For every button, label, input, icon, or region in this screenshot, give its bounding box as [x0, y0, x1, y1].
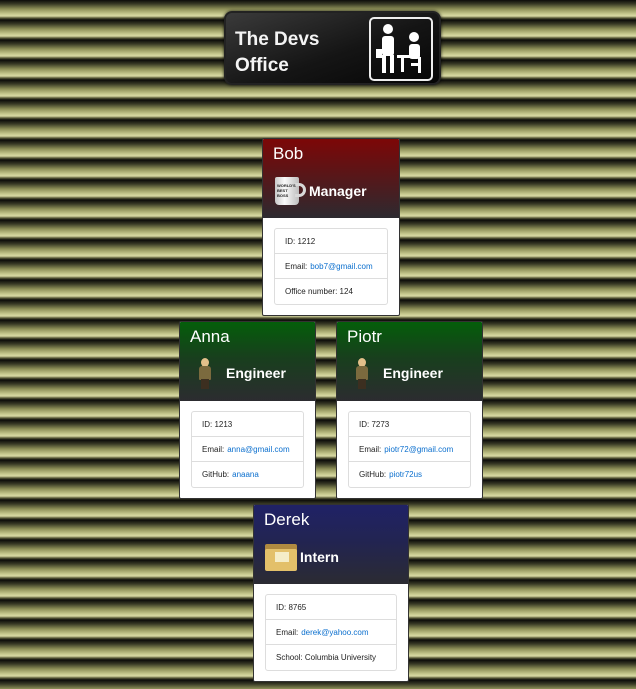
coffee-mug-icon: WORLD'S BEST BOSS: [273, 174, 307, 208]
email-label: Email:: [276, 627, 299, 637]
email-label: Email:: [285, 261, 308, 271]
logo-title: The Devs Office: [235, 27, 319, 79]
school-item: School: Columbia University: [266, 645, 396, 670]
email-label: Email:: [359, 444, 382, 454]
info-list: ID: 7273 Email: piotr72@gmail.com GitHub:…: [348, 411, 471, 488]
role-row: Engineer: [347, 357, 443, 389]
email-link[interactable]: bob7@gmail.com: [310, 262, 372, 271]
id-item: ID: 1212: [275, 229, 387, 254]
employee-role: Engineer: [226, 365, 286, 381]
dwight-figure-icon: [190, 357, 220, 389]
id-item: ID: 7273: [349, 412, 470, 437]
email-item: Email: bob7@gmail.com: [275, 254, 387, 279]
email-link[interactable]: piotr72@gmail.com: [384, 445, 453, 454]
dwight-figure-icon: [347, 357, 377, 389]
id-text: ID: 1213: [202, 419, 233, 429]
id-text: ID: 8765: [276, 602, 307, 612]
role-row: Intern: [264, 540, 339, 574]
github-label: GitHub:: [359, 470, 387, 479]
logo-line-1: The Devs: [235, 29, 320, 50]
employee-card-derek: Derek Intern ID: 8765 Email: derek@yahoo.…: [253, 504, 409, 682]
role-row: Engineer: [190, 357, 286, 389]
card-header: Derek Intern: [254, 505, 408, 584]
employee-name: Anna: [190, 327, 230, 346]
github-item: GitHub: piotr72us: [349, 462, 470, 487]
github-link[interactable]: anaana: [232, 470, 259, 479]
info-panel: ID: 7273 Email: piotr72@gmail.com GitHub:…: [337, 401, 482, 488]
email-link[interactable]: anna@gmail.com: [227, 445, 289, 454]
info-list: ID: 8765 Email: derek@yahoo.com School: C…: [265, 594, 397, 671]
office-number-text: Office number: 124: [285, 287, 353, 296]
office-people-icon: [369, 17, 433, 81]
github-link[interactable]: piotr72us: [389, 470, 422, 479]
info-panel: ID: 1213 Email: anna@gmail.com GitHub: ana…: [180, 401, 315, 488]
id-text: ID: 7273: [359, 419, 390, 429]
employee-card-bob: Bob WORLD'S BEST BOSS Manager ID: 1212 E…: [262, 138, 400, 316]
id-item: ID: 8765: [266, 595, 396, 620]
info-list: ID: 1212 Email: bob7@gmail.com Office num…: [274, 228, 388, 305]
info-list: ID: 1213 Email: anna@gmail.com GitHub: ana…: [191, 411, 304, 488]
office-logo: The Devs Office: [224, 11, 441, 85]
info-panel: ID: 1212 Email: bob7@gmail.com Office num…: [263, 218, 399, 305]
school-text: School: Columbia University: [276, 653, 377, 662]
employee-name: Bob: [273, 144, 304, 163]
logo-line-2: Office: [235, 55, 289, 76]
office-number-item: Office number: 124: [275, 279, 387, 304]
mug-text: WORLD'S BEST BOSS: [277, 183, 296, 198]
employee-card-anna: Anna Engineer ID: 1213 Email: anna@gmail.…: [179, 321, 316, 499]
role-row: WORLD'S BEST BOSS Manager: [273, 174, 367, 208]
card-header: Piotr Engineer: [337, 322, 482, 401]
email-link[interactable]: derek@yahoo.com: [301, 628, 368, 637]
employee-card-piotr: Piotr Engineer ID: 7273 Email: piotr72@gm…: [336, 321, 483, 499]
employee-name: Derek: [264, 510, 310, 529]
github-item: GitHub: anaana: [192, 462, 303, 487]
employee-role: Manager: [309, 183, 367, 199]
folder-icon: [264, 540, 298, 574]
id-text: ID: 1212: [285, 236, 316, 246]
github-label: GitHub:: [202, 470, 230, 479]
card-header: Anna Engineer: [180, 322, 315, 401]
email-item: Email: anna@gmail.com: [192, 437, 303, 462]
email-item: Email: piotr72@gmail.com: [349, 437, 470, 462]
employee-role: Intern: [300, 549, 339, 565]
card-header: Bob WORLD'S BEST BOSS Manager: [263, 139, 399, 218]
email-label: Email:: [202, 444, 225, 454]
id-item: ID: 1213: [192, 412, 303, 437]
info-panel: ID: 8765 Email: derek@yahoo.com School: C…: [254, 584, 408, 671]
email-item: Email: derek@yahoo.com: [266, 620, 396, 645]
employee-name: Piotr: [347, 327, 382, 346]
employee-role: Engineer: [383, 365, 443, 381]
